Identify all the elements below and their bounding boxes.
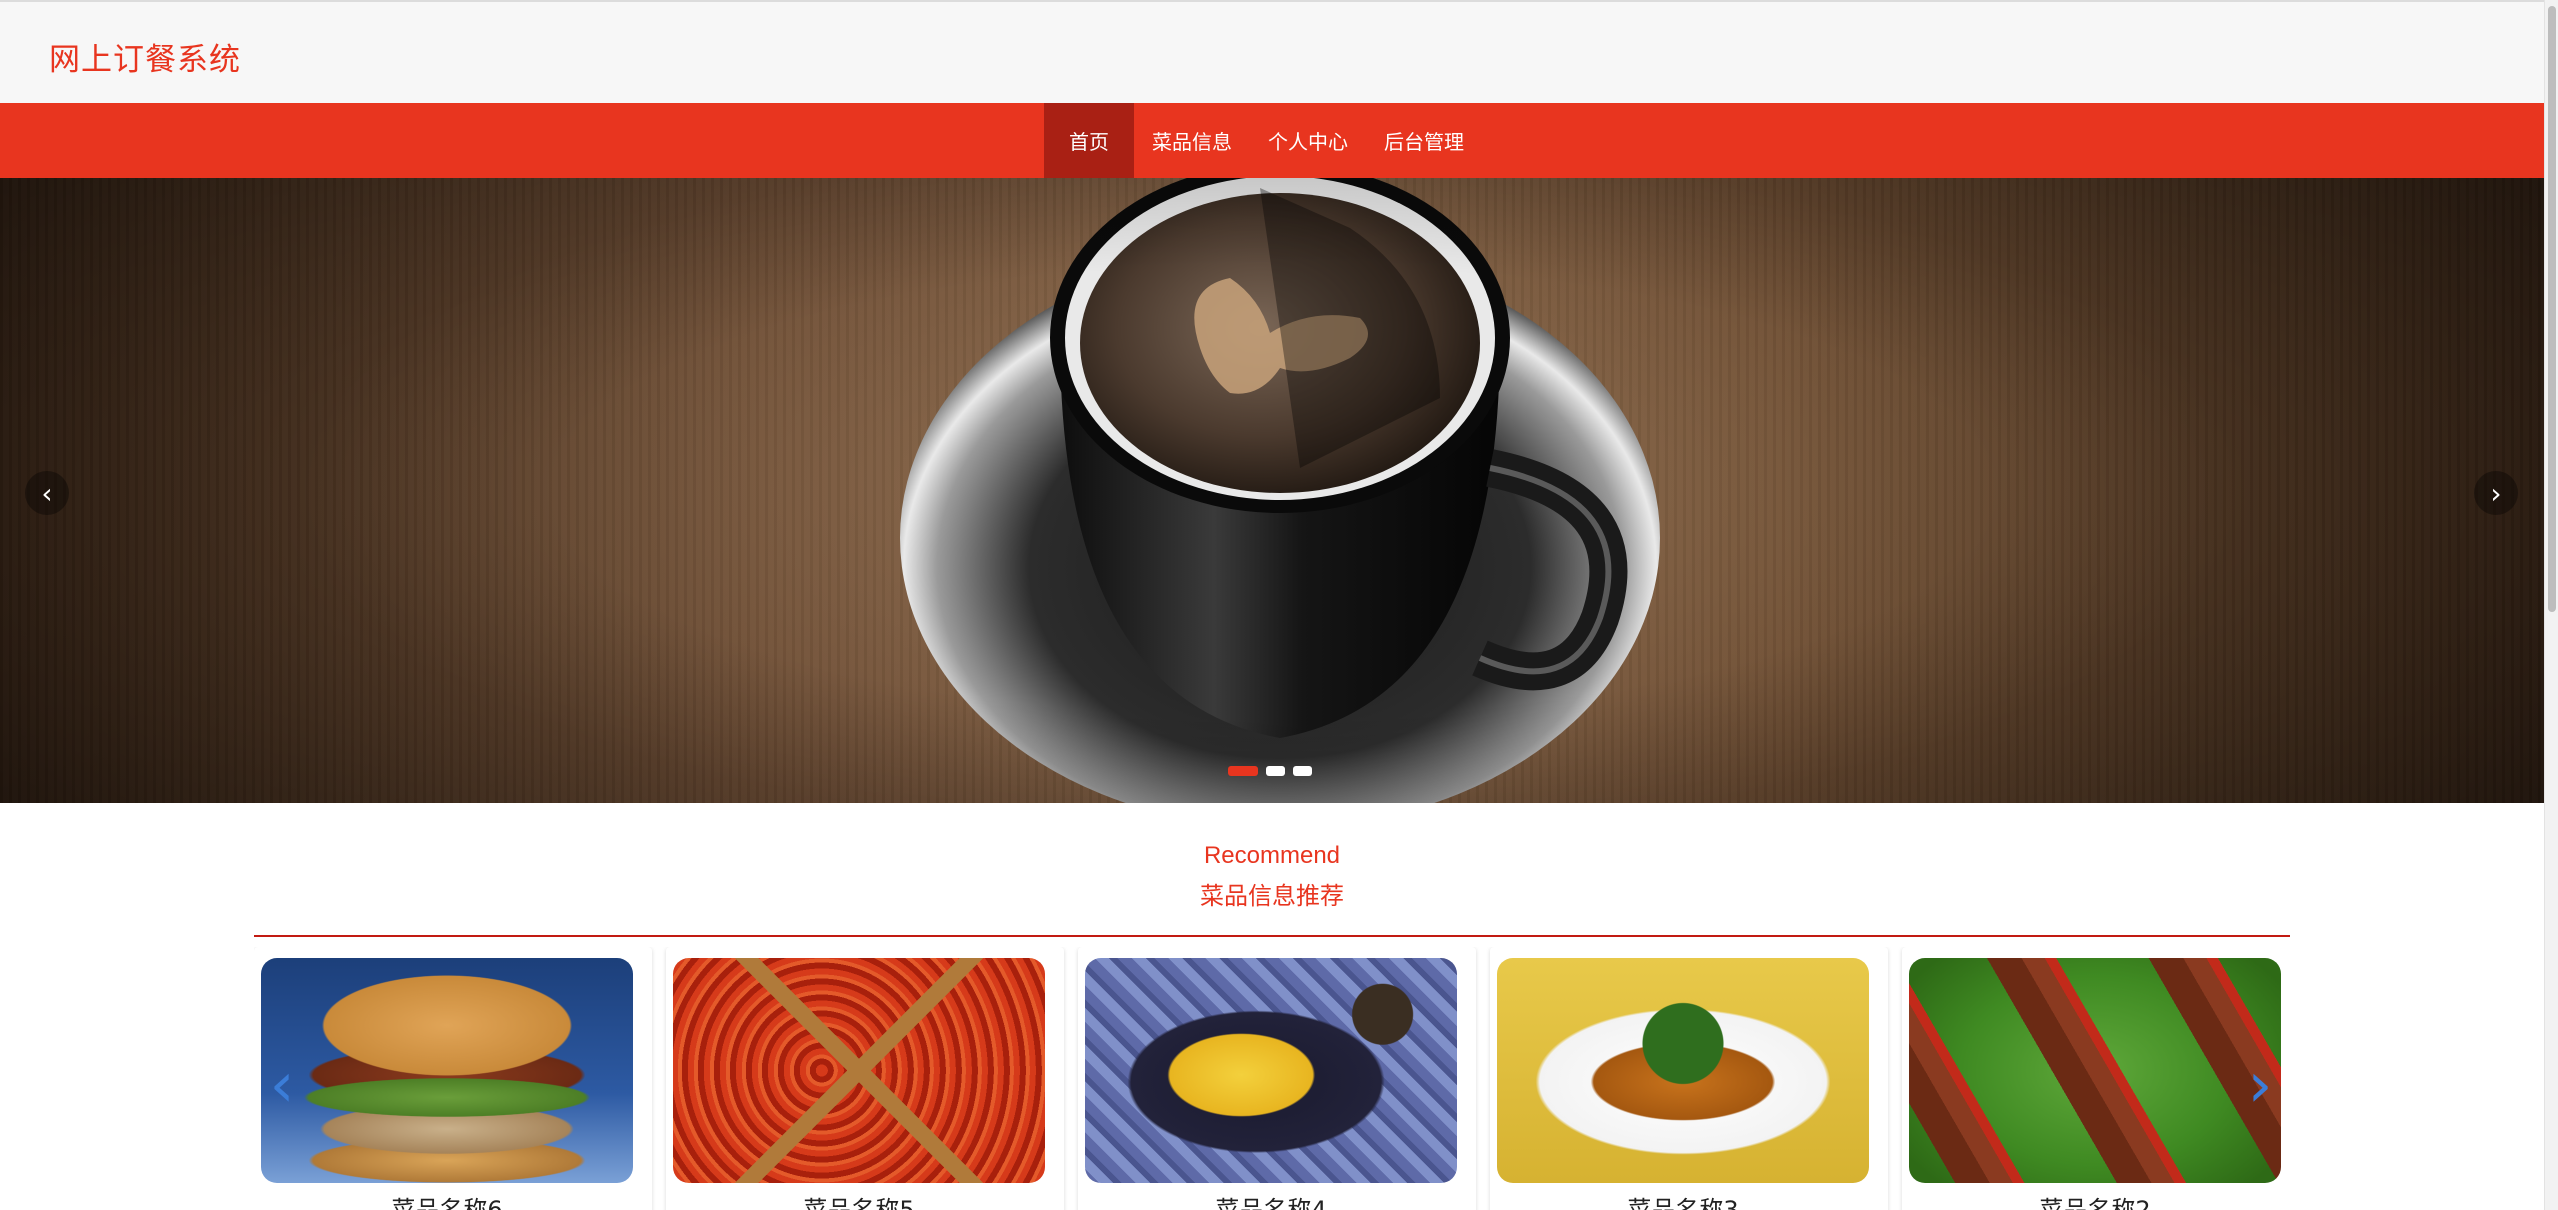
nav-item-dishes[interactable]: 菜品信息 [1134,103,1250,178]
recommend-card-list: 菜品名称6 菜品名称5 菜品名称4 菜品名称3 菜品名称2 [254,947,2290,1210]
top-header: 网上订餐系统 [0,0,2544,103]
dish-title[interactable]: 菜品名称4 [1078,1190,1464,1210]
page: 网上订餐系统 首页 菜品信息 个人中心 后台管理 ‹ › Recommend 菜… [0,0,2558,1210]
vertical-scrollbar[interactable] [2544,0,2558,1210]
main-navbar: 首页 菜品信息 个人中心 后台管理 [0,103,2544,178]
dish-title[interactable]: 菜品名称2 [1902,1190,2288,1210]
dish-title[interactable]: 菜品名称3 [1490,1190,1876,1210]
carousel-dot-2[interactable] [1266,766,1285,776]
nav-menu: 首页 菜品信息 个人中心 后台管理 [1044,103,1482,178]
recommend-next-button[interactable]: › [2240,1050,2280,1120]
dish-image-tofu-broccoli[interactable] [1497,958,1869,1183]
dish-title[interactable]: 菜品名称5 [666,1190,1052,1210]
chevron-left-icon: ‹ [269,1048,295,1121]
dish-image-hotpot[interactable] [673,958,1045,1183]
chevron-left-icon: ‹ [41,476,53,510]
dish-card[interactable]: 菜品名称5 [666,947,1064,1210]
dish-card[interactable]: 菜品名称2 [1902,947,2290,1210]
chevron-right-icon: › [2247,1048,2273,1121]
recommend-prev-button[interactable]: ‹ [262,1050,302,1120]
dish-card[interactable]: 菜品名称3 [1490,947,1888,1210]
recommend-title-zh: 菜品信息推荐 [1200,882,1344,910]
dish-image-mango-dessert[interactable] [1085,958,1457,1183]
dish-card[interactable]: 菜品名称4 [1078,947,1476,1210]
nav-item-admin[interactable]: 后台管理 [1366,103,1482,178]
dish-card[interactable]: 菜品名称6 [254,947,652,1210]
nav-item-home[interactable]: 首页 [1044,103,1134,178]
carousel-dot-1[interactable] [1228,766,1258,776]
carousel-indicators [1228,766,1312,776]
carousel-dot-3[interactable] [1293,766,1312,776]
scrollbar-thumb[interactable] [2548,6,2556,612]
dish-title[interactable]: 菜品名称6 [254,1190,640,1210]
recommend-divider [254,935,2290,937]
carousel-prev-button[interactable]: ‹ [25,471,69,515]
site-title[interactable]: 网上订餐系统 [49,34,241,79]
hero-carousel: ‹ › [0,178,2544,803]
dish-image-burger[interactable] [261,958,633,1183]
dish-image-meat-skewers[interactable] [1909,958,2281,1183]
carousel-next-button[interactable]: › [2474,471,2518,515]
recommend-title-en: Recommend [1203,842,1341,869]
nav-item-profile[interactable]: 个人中心 [1250,103,1366,178]
hero-vignette [0,178,2544,803]
chevron-right-icon: › [2490,476,2502,510]
